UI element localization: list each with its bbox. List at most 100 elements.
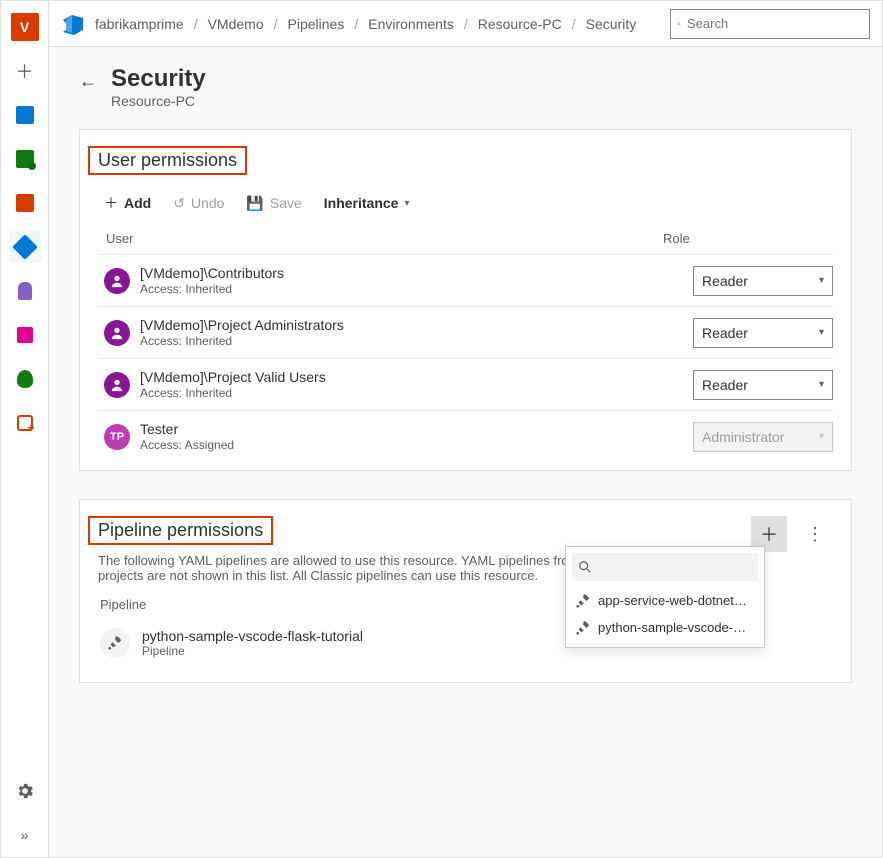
boards-icon: [16, 150, 34, 168]
user-row: [VMdemo]\Project Valid Users Access: Inh…: [98, 359, 833, 411]
rail-item-assessments[interactable]: [9, 407, 41, 439]
chevron-down-icon: ▾: [819, 431, 824, 442]
page-title: Security: [111, 65, 206, 93]
pipeline-chip-icon: [100, 628, 130, 658]
add-button[interactable]: ＋ Add: [104, 193, 151, 213]
search-box[interactable]: [670, 9, 870, 39]
repos-icon: [16, 194, 34, 212]
user-permissions-header-row: User Role: [98, 223, 833, 255]
pipeline-option-label: app-service-web-dotnet…: [598, 593, 747, 608]
group-avatar-icon: [104, 268, 130, 294]
inheritance-label: Inheritance: [324, 195, 399, 211]
user-permissions-title: User permissions: [98, 150, 237, 171]
identity-access: Access: Assigned: [140, 438, 693, 452]
pipeline-kind: Pipeline: [142, 644, 363, 658]
arrow-left-icon: ←: [79, 71, 97, 91]
role-select[interactable]: Reader ▾: [693, 370, 833, 400]
role-value: Reader: [702, 377, 748, 393]
chevron-down-icon: ▾: [404, 198, 409, 209]
search-icon: [578, 560, 592, 574]
breadcrumb-item[interactable]: VMdemo: [208, 16, 264, 32]
chevron-down-icon: ▾: [819, 379, 824, 390]
column-role: Role: [663, 231, 833, 246]
pipeline-permissions-description: The following YAML pipelines are allowed…: [98, 553, 618, 583]
top-bar: fabrikamprime / VMdemo / Pipelines / Env…: [49, 1, 882, 47]
rocket-icon: [576, 594, 590, 608]
rail-expand[interactable]: »: [9, 819, 41, 851]
user-permissions-card: User permissions ＋ Add ↺ Undo 💾 Save: [79, 129, 852, 471]
breadcrumb-separator: /: [194, 16, 198, 32]
rail-project[interactable]: V: [9, 11, 41, 43]
identity-name: Tester: [140, 421, 693, 437]
breadcrumb-separator: /: [464, 16, 468, 32]
add-label: Add: [124, 195, 151, 211]
breadcrumb-item[interactable]: Security: [586, 16, 637, 32]
rail-item-boards[interactable]: [9, 143, 41, 175]
group-avatar-icon: [104, 372, 130, 398]
rocket-icon: [576, 621, 590, 635]
identity-access: Access: Inherited: [140, 386, 693, 400]
role-select[interactable]: Reader ▾: [693, 266, 833, 296]
search-icon: [677, 17, 681, 31]
page-subtitle: Resource-PC: [111, 93, 206, 109]
undo-label: Undo: [191, 195, 224, 211]
inheritance-dropdown[interactable]: Inheritance ▾: [324, 195, 410, 211]
overview-icon: [16, 106, 34, 124]
breadcrumb-item[interactable]: Resource-PC: [478, 16, 562, 32]
group-avatar-icon: [104, 320, 130, 346]
rail-settings[interactable]: [9, 775, 41, 807]
rail-item-compliance[interactable]: [9, 363, 41, 395]
compliance-icon: [17, 370, 33, 388]
chevron-down-icon: ▾: [819, 327, 824, 338]
breadcrumb-item[interactable]: Environments: [368, 16, 454, 32]
save-button: 💾 Save: [246, 195, 301, 212]
rail-add-project[interactable]: ＋: [9, 55, 41, 87]
user-permissions-highlight: User permissions: [88, 146, 247, 175]
rail-item-overview[interactable]: [9, 99, 41, 131]
identity-name: [VMdemo]\Project Administrators: [140, 317, 693, 333]
save-label: Save: [270, 195, 302, 211]
pipeline-picker-search[interactable]: [572, 553, 758, 581]
rail-item-pipelines[interactable]: [9, 231, 41, 263]
user-row: [VMdemo]\Contributors Access: Inherited …: [98, 255, 833, 307]
plus-icon: ＋: [760, 521, 778, 547]
gear-icon: [15, 781, 35, 801]
plus-icon: ＋: [104, 193, 118, 213]
rail-item-testplans[interactable]: [9, 275, 41, 307]
pipeline-option-label: python-sample-vscode-…: [598, 620, 746, 635]
plus-icon: ＋: [16, 58, 34, 84]
breadcrumb-separator: /: [572, 16, 576, 32]
user-permissions-toolbar: ＋ Add ↺ Undo 💾 Save Inheritance ▾: [104, 193, 833, 213]
testplans-icon: [18, 282, 32, 300]
role-select[interactable]: Reader ▾: [693, 318, 833, 348]
role-value: Administrator: [702, 429, 784, 445]
breadcrumb: fabrikamprime / VMdemo / Pipelines / Env…: [95, 16, 660, 32]
user-row: TP Tester Access: Assigned Administrator…: [98, 411, 833, 470]
pipeline-permissions-highlight: Pipeline permissions: [88, 516, 273, 545]
search-input[interactable]: [687, 16, 863, 31]
breadcrumb-separator: /: [354, 16, 358, 32]
left-nav-rail: V ＋: [1, 1, 49, 857]
undo-button: ↺ Undo: [173, 195, 224, 212]
save-icon: 💾: [246, 195, 263, 212]
identity-name: [VMdemo]\Project Valid Users: [140, 369, 693, 385]
pipeline-option[interactable]: app-service-web-dotnet…: [572, 587, 758, 614]
rail-item-repos[interactable]: [9, 187, 41, 219]
breadcrumb-item[interactable]: Pipelines: [288, 16, 345, 32]
pipeline-option[interactable]: python-sample-vscode-…: [572, 614, 758, 641]
rocket-icon: [108, 636, 122, 650]
more-vertical-icon: ⋮: [806, 524, 824, 545]
azure-devops-logo-icon: [61, 12, 85, 36]
pipeline-picker-dropdown: app-service-web-dotnet… python-sample-vs…: [565, 546, 765, 648]
identity-access: Access: Inherited: [140, 282, 693, 296]
back-button[interactable]: ←: [79, 71, 97, 92]
more-actions-button[interactable]: ⋮: [797, 516, 833, 552]
artifacts-icon: [17, 327, 33, 343]
user-row: [VMdemo]\Project Administrators Access: …: [98, 307, 833, 359]
chevron-right-double-icon: »: [21, 827, 29, 843]
role-value: Reader: [702, 273, 748, 289]
rail-item-artifacts[interactable]: [9, 319, 41, 351]
pipeline-permissions-title: Pipeline permissions: [98, 520, 263, 541]
breadcrumb-item[interactable]: fabrikamprime: [95, 16, 184, 32]
project-avatar: V: [11, 13, 39, 41]
